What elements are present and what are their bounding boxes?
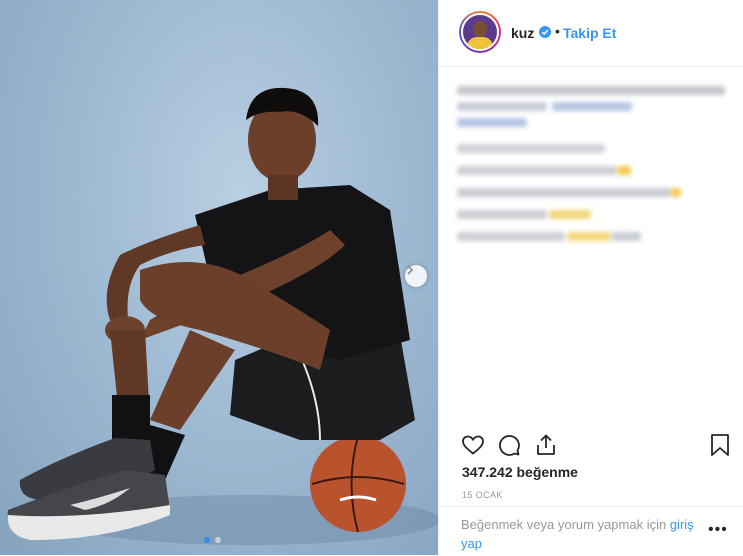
comment-button[interactable] <box>497 433 521 462</box>
blurred-line <box>457 144 605 153</box>
chevron-right-icon <box>407 265 414 275</box>
post-header: kuz • Takip Et <box>439 0 743 67</box>
blurred-line <box>457 188 672 197</box>
action-bar <box>439 425 743 465</box>
heart-icon <box>462 435 484 455</box>
carousel-dot-1 <box>204 537 210 543</box>
login-prompt: Beğenmek veya yorum yapmak için giriş ya… <box>461 515 711 553</box>
comment-footer: Beğenmek veya yorum yapmak için giriş ya… <box>439 506 743 556</box>
share-button[interactable] <box>534 433 558 462</box>
carousel-indicator <box>204 537 221 543</box>
carousel-dot-2 <box>215 537 221 543</box>
avatar[interactable] <box>459 11 501 53</box>
blurred-line <box>457 210 547 219</box>
avatar-image <box>461 13 499 51</box>
blurred-emoji <box>549 210 591 219</box>
blurred-emoji <box>617 166 631 175</box>
blurred-caption <box>457 78 737 258</box>
blurred-line <box>457 86 725 95</box>
blurred-link <box>552 102 632 111</box>
avatar-shirt <box>467 37 493 49</box>
comment-icon <box>499 435 520 456</box>
follow-button[interactable]: Takip Et <box>563 25 616 41</box>
like-button[interactable] <box>461 433 485 462</box>
blurred-line <box>457 166 617 175</box>
blurred-emoji <box>567 232 611 241</box>
blurred-link <box>457 118 527 127</box>
likes-count[interactable]: 347.242 beğenme <box>462 464 578 480</box>
post-date: 15 OCAK <box>462 490 503 500</box>
bookmark-icon <box>711 434 729 456</box>
next-photo-button[interactable] <box>405 265 427 287</box>
avatar-face <box>473 21 487 37</box>
blurred-line <box>457 232 565 241</box>
verified-badge-icon <box>539 26 551 38</box>
separator-dot: • <box>555 23 560 39</box>
instagram-post: kuz • Takip Et 347.242 beğenme 15 OCAK B… <box>0 0 743 555</box>
post-photo[interactable] <box>0 0 438 555</box>
athlete-photo-illustration <box>7 87 438 545</box>
blurred-emoji <box>671 188 681 197</box>
username-link[interactable]: kuz <box>511 25 534 41</box>
share-icon <box>537 434 555 455</box>
blurred-line <box>611 232 641 241</box>
post-sidebar: kuz • Takip Et 347.242 beğenme 15 OCAK B… <box>438 0 743 555</box>
save-button[interactable] <box>709 433 731 462</box>
more-options-icon[interactable]: ••• <box>708 521 728 539</box>
blurred-line <box>457 102 547 111</box>
login-prompt-text: Beğenmek veya yorum yapmak için <box>461 517 667 532</box>
